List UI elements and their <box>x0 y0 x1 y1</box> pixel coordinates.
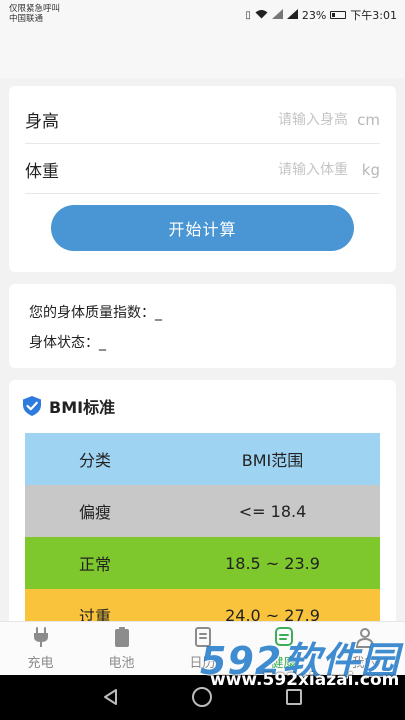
standard-header: BMI标准 <box>21 394 115 418</box>
start-calculate-button[interactable]: 开始计算 <box>51 205 354 251</box>
shield-check-icon <box>23 396 41 416</box>
height-unit: cm <box>357 110 380 129</box>
bmi-table: 分类 BMI范围 偏瘦 <= 18.4 正常 18.5 ~ 23.9 过重 24… <box>25 433 380 641</box>
result-card: 您的身体质量指数：_ 身体状态：_ <box>9 284 396 368</box>
battery-icon <box>114 627 129 647</box>
recent-apps-icon[interactable] <box>286 689 302 705</box>
carrier-info: 仅限紧急呼叫 中国联通 <box>9 4 60 24</box>
carrier-line-emergency: 仅限紧急呼叫 <box>9 4 61 14</box>
body-state-result: 身体状态：_ <box>29 335 106 351</box>
table-row: 正常 18.5 ~ 23.9 <box>25 537 380 589</box>
vibrate-icon: ▯ <box>245 9 251 21</box>
height-input[interactable] <box>85 111 356 128</box>
nav-label: 健康 <box>270 656 297 671</box>
nav-item-calendar[interactable]: 日历 <box>162 622 243 675</box>
battery-icon <box>330 11 347 19</box>
weight-row: 体重 kg <box>25 146 380 194</box>
nav-item-profile[interactable]: 我的 <box>324 622 405 675</box>
wifi-icon <box>255 9 268 22</box>
nav-label: 我的 <box>351 656 378 671</box>
carrier-line-name: 中国联通 <box>9 14 44 24</box>
status-icons: ▯ 23% 下午3:01 <box>245 7 397 23</box>
row-category: 偏瘦 <box>78 503 111 522</box>
row-range: 18.5 ~ 23.9 <box>225 553 320 573</box>
person-icon <box>355 628 374 648</box>
status-bar: 仅限紧急呼叫 中国联通 ▯ 23% 下午3:01 <box>0 0 405 30</box>
bmi-standard-card: BMI标准 分类 BMI范围 偏瘦 <= 18.4 正常 18.5 ~ 23.9… <box>9 380 396 641</box>
height-row: 身高 cm <box>25 96 380 144</box>
nav-label: 充电 <box>27 656 54 671</box>
clock: 下午3:01 <box>350 9 397 22</box>
battery-percent: 23% <box>301 8 327 22</box>
weight-input[interactable] <box>85 161 356 178</box>
nav-label: 电池 <box>108 656 135 671</box>
row-category: 正常 <box>78 555 111 574</box>
back-icon[interactable] <box>102 688 120 706</box>
height-label: 身高 <box>25 112 59 132</box>
nav-label: 日历 <box>189 656 216 671</box>
app-header <box>0 30 405 78</box>
signal-icon <box>271 8 283 22</box>
plug-icon <box>33 627 48 647</box>
standard-title: BMI标准 <box>49 398 116 417</box>
table-header-row: 分类 BMI范围 <box>25 433 380 485</box>
row-range: <= 18.4 <box>238 501 307 521</box>
header-range: BMI范围 <box>241 451 304 470</box>
calendar-icon <box>194 627 211 647</box>
health-icon <box>274 627 293 646</box>
system-nav-bar <box>0 675 405 720</box>
header-category: 分类 <box>78 451 111 470</box>
nav-item-health[interactable]: 健康 <box>243 622 324 675</box>
nav-item-battery[interactable]: 电池 <box>81 622 162 675</box>
table-row: 偏瘦 <= 18.4 <box>25 485 380 537</box>
home-icon[interactable] <box>192 687 212 707</box>
signal-4g-icon <box>286 8 298 22</box>
nav-item-charge[interactable]: 充电 <box>0 622 81 675</box>
bottom-nav: 充电 电池 日历 健康 我的 <box>0 621 405 675</box>
input-card: 身高 cm 体重 kg 开始计算 <box>9 86 396 272</box>
weight-unit: kg <box>361 160 380 179</box>
weight-label: 体重 <box>25 162 59 182</box>
bmi-result: 您的身体质量指数：_ <box>29 305 162 321</box>
